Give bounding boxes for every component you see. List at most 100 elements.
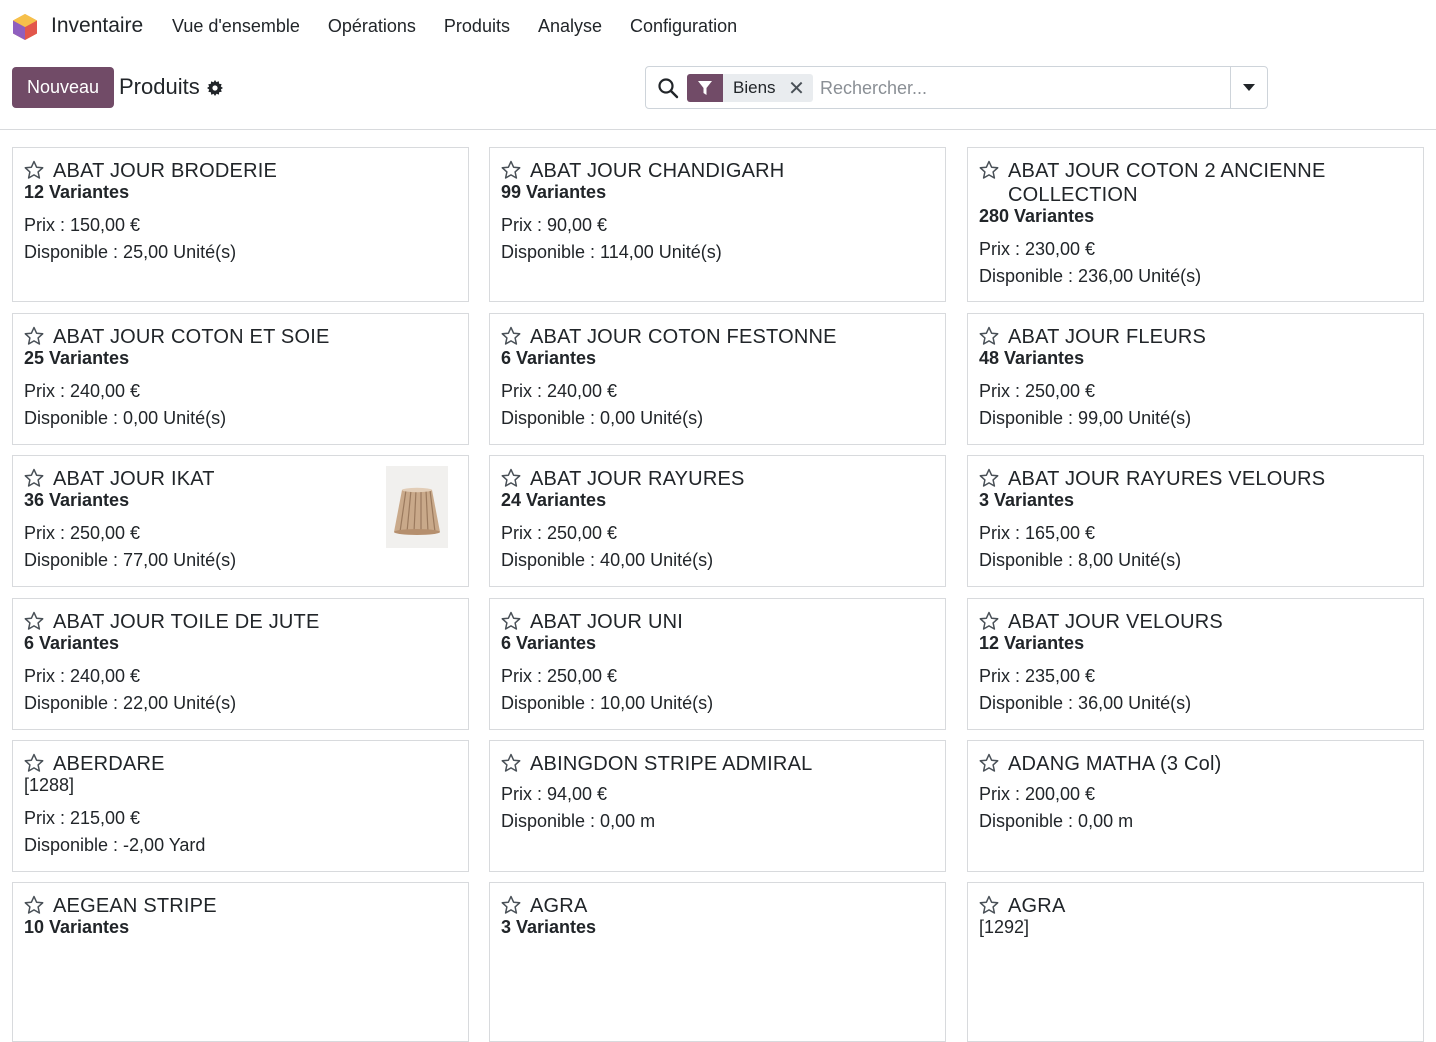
product-card[interactable]: ABAT JOUR CHANDIGARH 99 Variantes Prix : 9… bbox=[489, 147, 946, 302]
star-icon[interactable] bbox=[24, 468, 44, 488]
product-card[interactable]: AGRA [1292] bbox=[967, 882, 1424, 1042]
search-icon[interactable] bbox=[657, 77, 679, 99]
product-name: AGRA bbox=[530, 894, 860, 918]
product-name-line: ABAT JOUR COTON ET SOIE bbox=[53, 326, 330, 348]
product-reference: [1292] bbox=[979, 917, 1030, 937]
variant-count: 3 Variantes bbox=[501, 917, 597, 937]
product-card[interactable]: ABAT JOUR COTON FESTONNE 6 Variantes Prix … bbox=[489, 313, 946, 445]
product-name-line: ABERDARE bbox=[53, 753, 165, 775]
star-icon[interactable] bbox=[501, 753, 521, 773]
star-icon[interactable] bbox=[501, 160, 521, 180]
star-icon[interactable] bbox=[24, 611, 44, 631]
product-card[interactable]: ABAT JOUR UNI 6 Variantes Prix : 250,00 € D… bbox=[489, 598, 946, 730]
star-icon[interactable] bbox=[979, 468, 999, 488]
product-name: AEGEAN STRIPE bbox=[53, 894, 383, 918]
product-name: ABAT JOUR IKAT bbox=[53, 467, 383, 491]
product-card[interactable]: AEGEAN STRIPE 10 Variantes bbox=[12, 882, 469, 1042]
product-name-line: ABAT JOUR FLEURS bbox=[1008, 326, 1207, 348]
star-icon[interactable] bbox=[979, 160, 999, 180]
control-panel: Nouveau Produits Biens ✕ bbox=[0, 54, 1436, 130]
product-name-line: ABAT JOUR IKAT bbox=[53, 468, 215, 490]
product-name: ABAT JOUR COTON ET SOIE bbox=[53, 325, 383, 349]
product-availability: Disponible : 22,00 Unité(s) bbox=[24, 693, 237, 713]
star-icon[interactable] bbox=[501, 468, 521, 488]
product-name: ADANG MATHA (3 Col) bbox=[1008, 752, 1338, 776]
product-availability: Disponible : -2,00 Yard bbox=[24, 835, 206, 855]
star-icon[interactable] bbox=[24, 753, 44, 773]
product-availability: Disponible : 8,00 Unité(s) bbox=[979, 550, 1182, 570]
menu-item-analysis[interactable]: Analyse bbox=[538, 16, 602, 37]
search-bar: Biens ✕ bbox=[645, 66, 1268, 109]
product-card[interactable]: ADANG MATHA (3 Col) Prix : 200,00 € Dispon… bbox=[967, 740, 1424, 872]
product-price: Prix : 94,00 € bbox=[501, 784, 608, 804]
star-icon[interactable] bbox=[24, 895, 44, 915]
star-icon[interactable] bbox=[979, 326, 999, 346]
product-card[interactable]: ABERDARE [1288] Prix : 215,00 € Disponible … bbox=[12, 740, 469, 872]
gear-icon[interactable] bbox=[207, 80, 223, 96]
search-facet: Biens ✕ bbox=[687, 74, 813, 102]
menu-item-operations[interactable]: Opérations bbox=[328, 16, 416, 37]
variant-count: 12 Variantes bbox=[24, 182, 130, 202]
menu-item-configuration[interactable]: Configuration bbox=[630, 16, 737, 37]
variant-count: 10 Variantes bbox=[24, 917, 130, 937]
product-name-line: ADANG MATHA (3 Col) bbox=[1008, 753, 1222, 775]
search-options-toggle[interactable] bbox=[1230, 67, 1267, 108]
product-price: Prix : 200,00 € bbox=[979, 784, 1096, 804]
product-price: Prix : 240,00 € bbox=[24, 381, 141, 401]
product-name-line: ABINGDON STRIPE ADMIRAL bbox=[530, 753, 813, 775]
product-name-line: COLLECTION bbox=[1008, 184, 1138, 206]
product-card[interactable]: ABINGDON STRIPE ADMIRAL Prix : 94,00 € Dis… bbox=[489, 740, 946, 872]
app-name[interactable]: Inventaire bbox=[51, 14, 143, 38]
menu-item-products[interactable]: Produits bbox=[444, 16, 510, 37]
product-card[interactable]: ABAT JOUR RAYURES 24 Variantes Prix : 250,… bbox=[489, 455, 946, 587]
new-button[interactable]: Nouveau bbox=[12, 67, 114, 108]
product-card[interactable]: ABAT JOUR IKAT 36 Variantes Prix : 250,00 … bbox=[12, 455, 469, 587]
product-availability: Disponible : 0,00 Unité(s) bbox=[24, 408, 227, 428]
menu-item-overview[interactable]: Vue d'ensemble bbox=[172, 16, 300, 37]
star-icon[interactable] bbox=[979, 895, 999, 915]
product-availability: Disponible : 0,00 Unité(s) bbox=[501, 408, 704, 428]
star-icon[interactable] bbox=[24, 326, 44, 346]
product-card[interactable]: ABAT JOUR TOILE DE JUTE 6 Variantes Prix :… bbox=[12, 598, 469, 730]
star-icon[interactable] bbox=[24, 160, 44, 180]
variant-count: 12 Variantes bbox=[979, 633, 1085, 653]
star-icon[interactable] bbox=[979, 611, 999, 631]
variant-count: 3 Variantes bbox=[979, 490, 1075, 510]
search-input[interactable] bbox=[820, 75, 1220, 101]
variant-count: 6 Variantes bbox=[24, 633, 120, 653]
variant-count: 280 Variantes bbox=[979, 206, 1095, 226]
product-name: ABERDARE bbox=[53, 752, 383, 776]
product-card[interactable]: ABAT JOUR RAYURES VELOURS 3 Variantes Prix… bbox=[967, 455, 1424, 587]
facet-label: Biens bbox=[733, 78, 776, 97]
variant-count: 48 Variantes bbox=[979, 348, 1085, 368]
product-image bbox=[386, 466, 448, 548]
product-availability: Disponible : 0,00 m bbox=[501, 811, 656, 831]
product-card[interactable]: ABAT JOUR VELOURS 12 Variantes Prix : 235,… bbox=[967, 598, 1424, 730]
main-menu: Vue d'ensemble Opérations Produits Analy… bbox=[172, 16, 765, 37]
product-price: Prix : 250,00 € bbox=[24, 523, 141, 543]
product-name-line: AEGEAN STRIPE bbox=[53, 895, 217, 917]
product-price: Prix : 240,00 € bbox=[24, 666, 141, 686]
product-price: Prix : 250,00 € bbox=[501, 666, 618, 686]
product-name-line: ABAT JOUR COTON 2 ANCIENNE bbox=[1008, 160, 1326, 182]
product-card[interactable]: AGRA 3 Variantes bbox=[489, 882, 946, 1042]
filter-icon bbox=[687, 74, 723, 102]
product-card[interactable]: ABAT JOUR BRODERIE 12 Variantes Prix : 150… bbox=[12, 147, 469, 302]
top-navbar: Inventaire Vue d'ensemble Opérations Pro… bbox=[0, 0, 1436, 54]
product-card[interactable]: ABAT JOUR COTON 2 ANCIENNE COLLECTION 280 … bbox=[967, 147, 1424, 302]
star-icon[interactable] bbox=[979, 753, 999, 773]
variant-count: 6 Variantes bbox=[501, 348, 597, 368]
product-name-line: ABAT JOUR RAYURES bbox=[530, 468, 745, 490]
star-icon[interactable] bbox=[501, 895, 521, 915]
inventory-app-icon[interactable] bbox=[12, 13, 38, 41]
product-price: Prix : 230,00 € bbox=[979, 239, 1096, 259]
page-title: Produits bbox=[119, 74, 200, 99]
star-icon[interactable] bbox=[501, 326, 521, 346]
product-name: ABAT JOUR COTON 2 ANCIENNE COLLECTION bbox=[1008, 159, 1338, 207]
product-availability: Disponible : 10,00 Unité(s) bbox=[501, 693, 714, 713]
product-card[interactable]: ABAT JOUR COTON ET SOIE 25 Variantes Prix … bbox=[12, 313, 469, 445]
star-icon[interactable] bbox=[501, 611, 521, 631]
product-card[interactable]: ABAT JOUR FLEURS 48 Variantes Prix : 250,0… bbox=[967, 313, 1424, 445]
product-name: ABAT JOUR RAYURES VELOURS bbox=[1008, 467, 1338, 491]
close-icon[interactable]: ✕ bbox=[786, 74, 808, 102]
